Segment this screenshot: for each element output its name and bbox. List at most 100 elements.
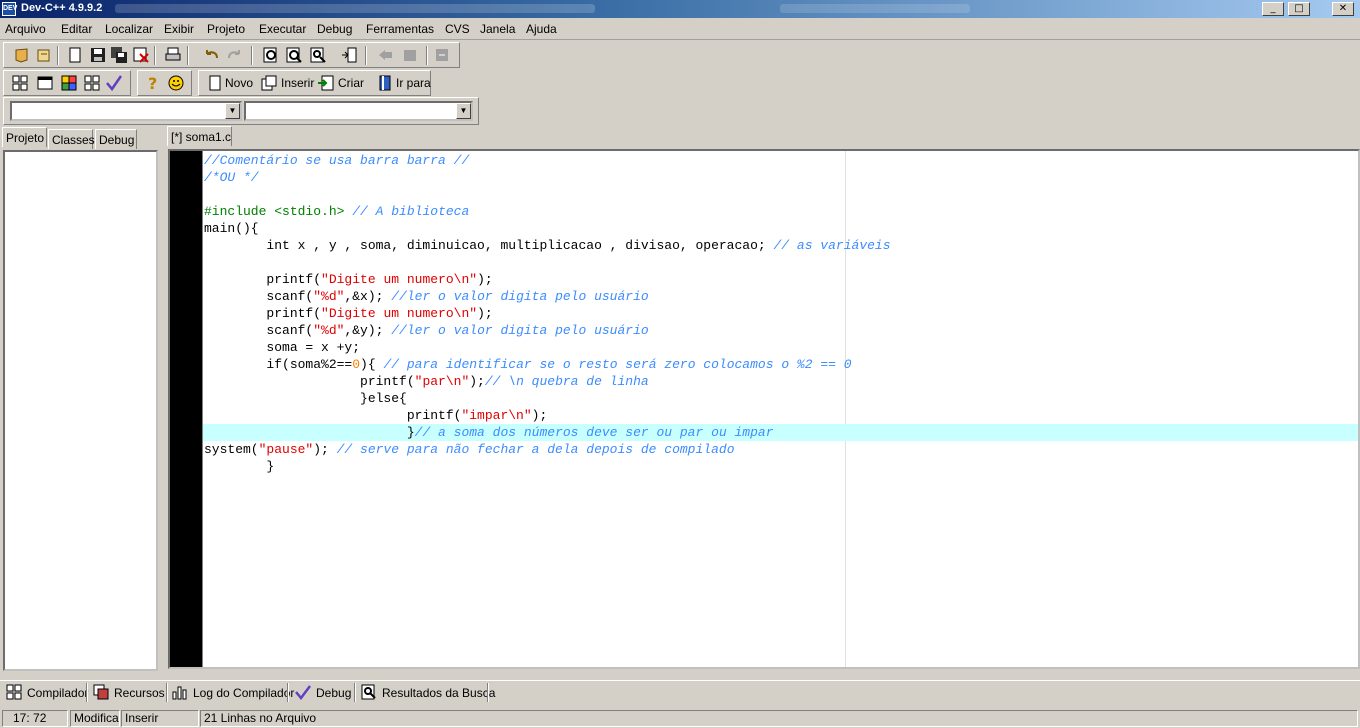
save-icon[interactable]: [89, 46, 107, 64]
toolbar-separator: [57, 46, 59, 65]
new-file-icon[interactable]: [66, 46, 84, 64]
member-select[interactable]: ▼: [244, 101, 473, 121]
print-icon[interactable]: [164, 46, 182, 64]
menu-exibir[interactable]: Exibir: [164, 22, 194, 36]
code-token: "impar\n": [461, 408, 532, 423]
bookmark-forward-icon[interactable]: [401, 46, 419, 64]
code-token: system(: [204, 442, 259, 457]
goto-label[interactable]: Ir para: [396, 76, 431, 90]
new-class-label[interactable]: Novo: [225, 76, 253, 90]
code-line[interactable]: #include <stdio.h> // A biblioteca: [204, 203, 891, 220]
replace-icon[interactable]: [285, 46, 303, 64]
code-token: );: [531, 408, 548, 423]
menu-cvs[interactable]: CVS: [445, 22, 470, 36]
menu-localizar[interactable]: Localizar: [105, 22, 153, 36]
code-line[interactable]: system("pause"); // serve para não fecha…: [204, 441, 891, 458]
code-editor[interactable]: //Comentário se usa barra barra // /*OU *…: [168, 149, 1360, 669]
new-class-icon[interactable]: [206, 74, 224, 92]
code-line[interactable]: printf("Digite um numero\n");: [204, 271, 891, 288]
menu-ajuda[interactable]: Ajuda: [526, 22, 557, 36]
editor-gutter[interactable]: [170, 151, 202, 667]
code-line[interactable]: main(){: [204, 220, 891, 237]
tab-label: Recursos: [114, 686, 165, 700]
redo-icon[interactable]: [225, 46, 243, 64]
code-line[interactable]: printf("Digite um numero\n");: [204, 305, 891, 322]
close-file-icon[interactable]: [132, 46, 150, 64]
code-line[interactable]: }// a soma dos números deve ser ou par o…: [204, 424, 891, 441]
close-button[interactable]: ✕: [1332, 2, 1354, 16]
code-token: scanf(: [204, 323, 314, 338]
project-icon[interactable]: [13, 46, 31, 64]
chevron-down-icon[interactable]: ▼: [225, 103, 240, 119]
code-token: }: [204, 425, 415, 440]
minimize-button[interactable]: _: [1262, 2, 1284, 16]
code-line[interactable]: scanf("%d",&x); //ler o valor digita pel…: [204, 288, 891, 305]
main-toolbar: [3, 42, 460, 68]
bookmark-back-icon[interactable]: [376, 46, 394, 64]
check-syntax-icon[interactable]: [105, 74, 123, 92]
code-line[interactable]: if(soma%2==0){ // para identificar se o …: [204, 356, 891, 373]
bottom-tab-bar: Compilador Recursos Log do Compilador De…: [0, 680, 1360, 704]
menu-ferramentas[interactable]: Ferramentas: [366, 22, 434, 36]
save-all-icon[interactable]: [110, 46, 128, 64]
goto-line-icon[interactable]: [340, 46, 358, 64]
insert-icon[interactable]: [260, 74, 278, 92]
gutter-divider: [202, 151, 203, 667]
rebuild-icon[interactable]: [83, 74, 101, 92]
bar-chart-icon: [172, 684, 188, 700]
menu-arquivo[interactable]: Arquivo: [5, 22, 46, 36]
create-label[interactable]: Criar: [338, 76, 364, 90]
code-line[interactable]: }else{: [204, 390, 891, 407]
code-token: int x , y , soma, diminuicao, multiplica…: [204, 238, 774, 253]
help-icon[interactable]: ?: [144, 74, 162, 92]
code-line[interactable]: printf("par\n");// \n quebra de linha: [204, 373, 891, 390]
code-token: printf(: [204, 306, 322, 321]
undo-icon[interactable]: [203, 46, 221, 64]
maximize-button[interactable]: □: [1288, 2, 1310, 16]
code-line[interactable]: printf("impar\n");: [204, 407, 891, 424]
code-token: // A biblioteca: [352, 204, 470, 219]
unindent-icon[interactable]: [433, 46, 451, 64]
tab-debug[interactable]: Debug: [95, 129, 137, 149]
menu-projeto[interactable]: Projeto: [207, 22, 245, 36]
open-project-icon[interactable]: [35, 46, 53, 64]
toolbar-separator: [365, 46, 367, 65]
code-line[interactable]: soma = x +y;: [204, 339, 891, 356]
code-token: "%d": [313, 323, 345, 338]
create-icon[interactable]: [317, 74, 335, 92]
compile-run-icon[interactable]: [60, 74, 78, 92]
insert-label[interactable]: Inserir: [281, 76, 314, 90]
tab-soma1-c[interactable]: [*] soma1.c: [167, 126, 232, 146]
code-token: main(){: [204, 221, 259, 236]
code-text[interactable]: //Comentário se usa barra barra // /*OU *…: [204, 152, 891, 475]
code-token: scanf(: [204, 289, 314, 304]
code-token: // \n quebra de linha: [484, 374, 649, 389]
compile-icon[interactable]: [11, 74, 29, 92]
code-line[interactable]: scanf("%d",&y); //ler o valor digita pel…: [204, 322, 891, 339]
code-line[interactable]: //Comentário se usa barra barra //: [204, 152, 891, 169]
find-icon[interactable]: [262, 46, 280, 64]
devcpp-app-icon[interactable]: DEV: [2, 2, 17, 16]
window-title: Dev-C++ 4.9.9.2: [21, 2, 103, 14]
code-token: );: [313, 442, 337, 457]
code-line[interactable]: [204, 254, 891, 271]
class-select[interactable]: ▼: [10, 101, 242, 121]
find-next-icon[interactable]: [309, 46, 327, 64]
code-token: printf(: [204, 408, 462, 423]
code-line[interactable]: [204, 186, 891, 203]
tab-projeto[interactable]: Projeto: [2, 127, 47, 147]
tab-classes[interactable]: Classes: [48, 129, 95, 149]
goto-icon[interactable]: [376, 74, 394, 92]
menu-debug[interactable]: Debug: [317, 22, 352, 36]
about-icon[interactable]: [167, 74, 185, 92]
code-line[interactable]: /*OU */: [204, 169, 891, 186]
menu-executar[interactable]: Executar: [259, 22, 306, 36]
chevron-down-icon[interactable]: ▼: [456, 103, 471, 119]
run-icon[interactable]: [36, 74, 54, 92]
menu-janela[interactable]: Janela: [480, 22, 515, 36]
project-tree[interactable]: [3, 150, 158, 671]
code-line[interactable]: }: [204, 458, 891, 475]
code-line[interactable]: int x , y , soma, diminuicao, multiplica…: [204, 237, 890, 254]
code-token: soma = x +y;: [204, 340, 361, 355]
menu-editar[interactable]: Editar: [61, 22, 92, 36]
